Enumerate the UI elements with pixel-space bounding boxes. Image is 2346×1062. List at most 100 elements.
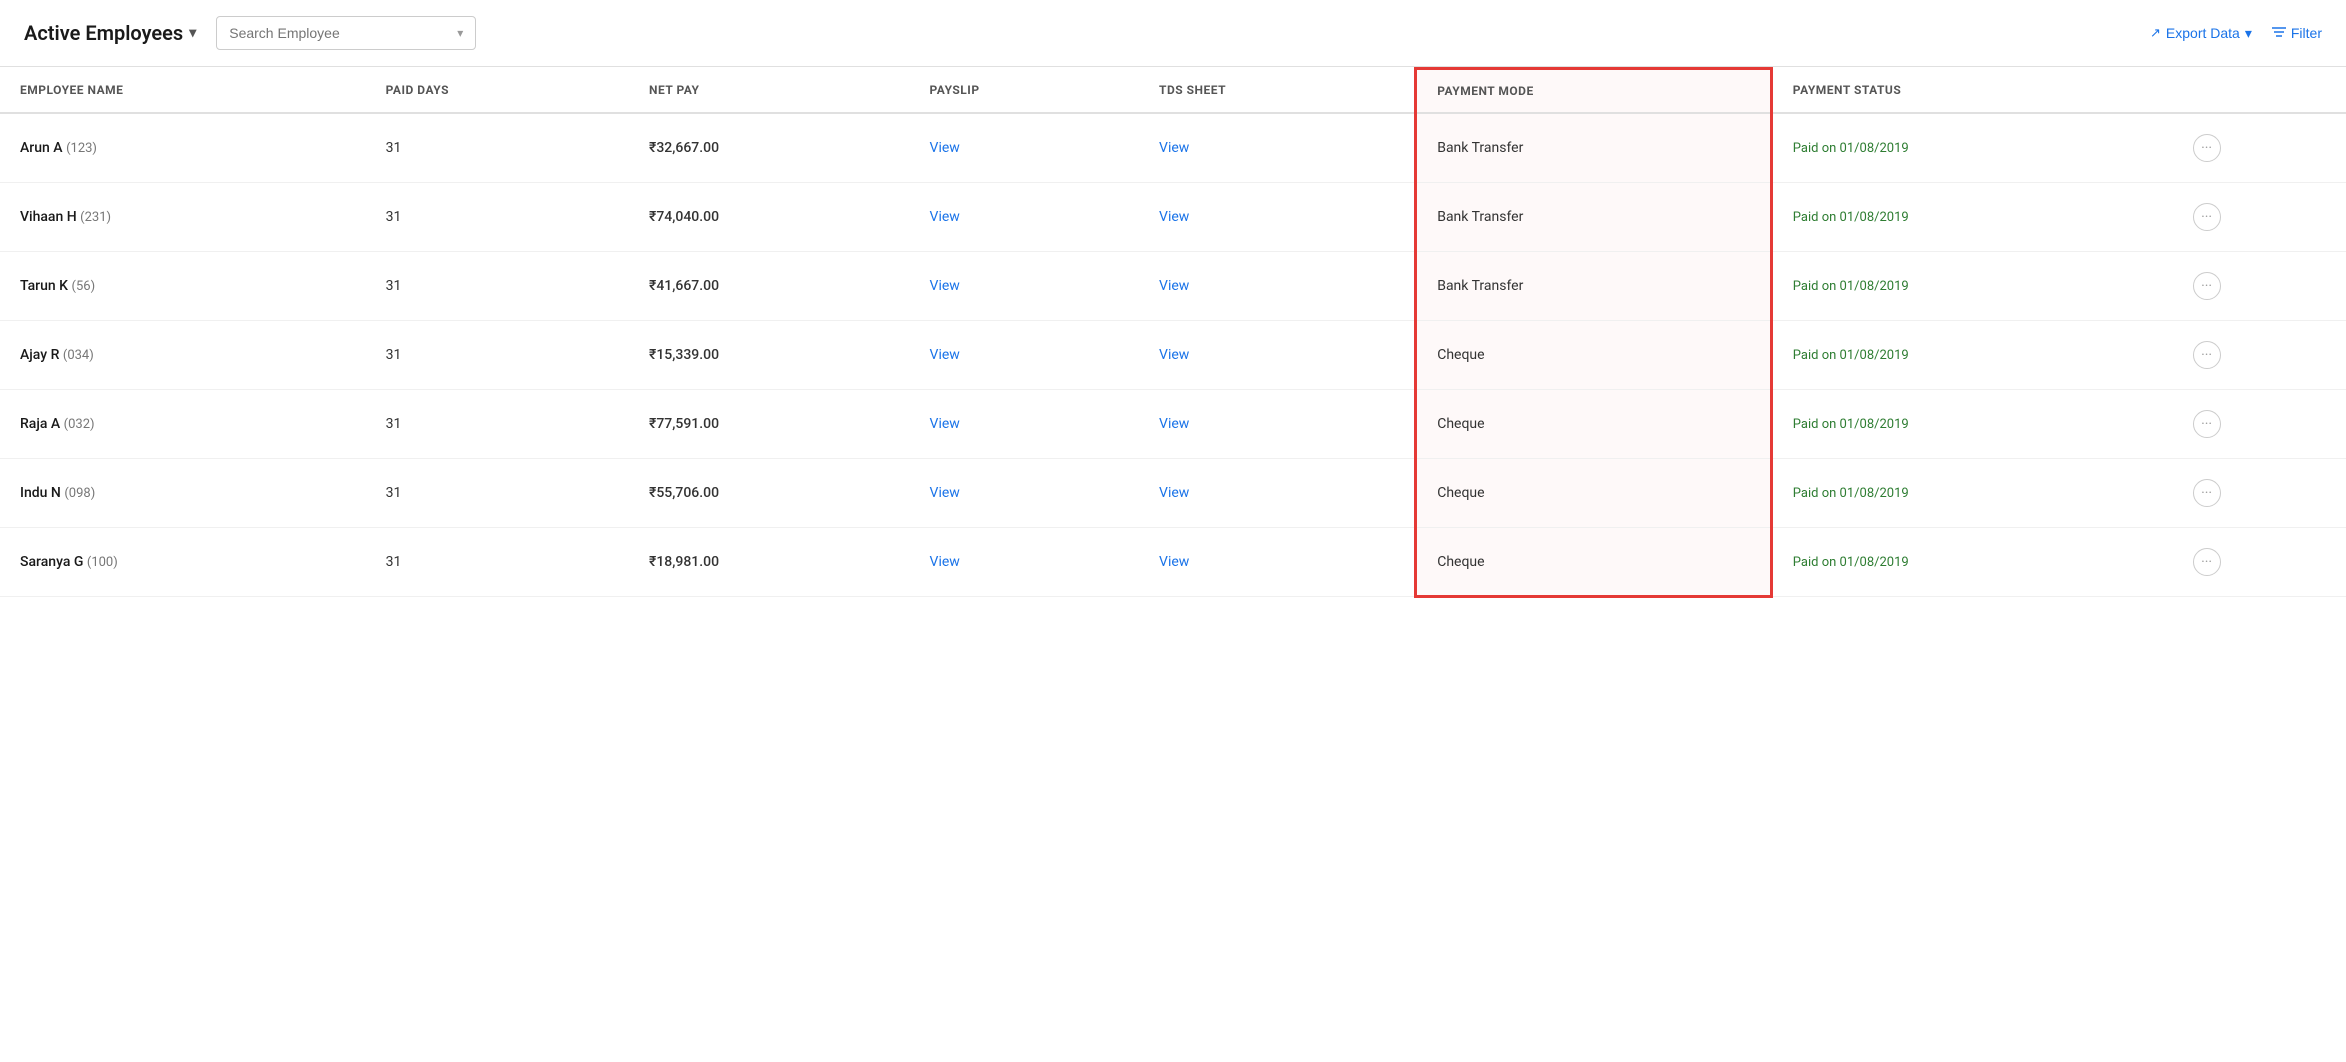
net-pay-cell: ₹41,667.00 [629, 252, 910, 321]
employee-name-cell: Ajay R (034) [0, 321, 366, 390]
employee-name-cell: Indu N (098) [0, 459, 366, 528]
net-pay-cell: ₹18,981.00 [629, 528, 910, 597]
filter-icon [2272, 25, 2286, 41]
payslip-cell[interactable]: View [910, 459, 1140, 528]
net-pay-cell: ₹77,591.00 [629, 390, 910, 459]
employee-name-cell: Saranya G (100) [0, 528, 366, 597]
tds-view-link[interactable]: View [1159, 554, 1189, 570]
payslip-view-link[interactable]: View [930, 347, 960, 363]
paid-days-cell: 31 [366, 390, 629, 459]
table-row: Vihaan H (231) 31 ₹74,040.00 View View B… [0, 183, 2346, 252]
payslip-view-link[interactable]: View [930, 140, 960, 156]
payment-status-cell: Paid on 01/08/2019 [1771, 113, 2172, 183]
employee-name-cell: Raja A (032) [0, 390, 366, 459]
more-options-button[interactable]: ··· [2193, 134, 2221, 162]
more-options-button[interactable]: ··· [2193, 548, 2221, 576]
export-label: Export Data [2166, 25, 2240, 41]
paid-days-cell: 31 [366, 252, 629, 321]
employee-name-cell: Tarun K (56) [0, 252, 366, 321]
tds-sheet-cell[interactable]: View [1139, 113, 1416, 183]
col-header-tds-sheet: TDS SHEET [1139, 69, 1416, 114]
payment-status-cell: Paid on 01/08/2019 [1771, 252, 2172, 321]
tds-sheet-cell[interactable]: View [1139, 528, 1416, 597]
table-row: Indu N (098) 31 ₹55,706.00 View View Che… [0, 459, 2346, 528]
payment-mode-cell: Cheque [1416, 390, 1772, 459]
col-header-paid-days: PAID DAYS [366, 69, 629, 114]
payslip-view-link[interactable]: View [930, 485, 960, 501]
payslip-view-link[interactable]: View [930, 278, 960, 294]
tds-sheet-cell[interactable]: View [1139, 252, 1416, 321]
col-header-payment-mode: PAYMENT MODE [1416, 69, 1772, 114]
row-actions-cell[interactable]: ··· [2173, 113, 2346, 183]
paid-days-cell: 31 [366, 459, 629, 528]
export-data-button[interactable]: ↗ Export Data ▾ [2150, 25, 2252, 42]
more-options-button[interactable]: ··· [2193, 203, 2221, 231]
row-actions-cell[interactable]: ··· [2173, 459, 2346, 528]
row-actions-cell[interactable]: ··· [2173, 252, 2346, 321]
tds-view-link[interactable]: View [1159, 347, 1189, 363]
tds-sheet-cell[interactable]: View [1139, 183, 1416, 252]
net-pay-cell: ₹32,667.00 [629, 113, 910, 183]
payslip-view-link[interactable]: View [930, 554, 960, 570]
payslip-cell[interactable]: View [910, 528, 1140, 597]
page-title: Active Employees [24, 21, 183, 45]
employee-name-cell: Vihaan H (231) [0, 183, 366, 252]
search-employee-input[interactable] [229, 25, 451, 41]
payment-status-cell: Paid on 01/08/2019 [1771, 183, 2172, 252]
tds-view-link[interactable]: View [1159, 416, 1189, 432]
net-pay-cell: ₹74,040.00 [629, 183, 910, 252]
tds-sheet-cell[interactable]: View [1139, 390, 1416, 459]
payslip-cell[interactable]: View [910, 390, 1140, 459]
more-options-button[interactable]: ··· [2193, 272, 2221, 300]
filter-label: Filter [2291, 25, 2322, 41]
paid-days-cell: 31 [366, 113, 629, 183]
table-header-row: EMPLOYEE NAME PAID DAYS NET PAY PAYSLIP … [0, 69, 2346, 114]
filter-button[interactable]: Filter [2272, 25, 2322, 41]
payslip-cell[interactable]: View [910, 252, 1140, 321]
payment-status-cell: Paid on 01/08/2019 [1771, 459, 2172, 528]
more-options-button[interactable]: ··· [2193, 479, 2221, 507]
payment-mode-cell: Bank Transfer [1416, 113, 1772, 183]
more-options-button[interactable]: ··· [2193, 341, 2221, 369]
net-pay-cell: ₹15,339.00 [629, 321, 910, 390]
payment-mode-cell: Bank Transfer [1416, 183, 1772, 252]
col-header-payslip: PAYSLIP [910, 69, 1140, 114]
paid-days-cell: 31 [366, 183, 629, 252]
export-chevron-icon: ▾ [2245, 25, 2252, 42]
payment-status-cell: Paid on 01/08/2019 [1771, 390, 2172, 459]
table-row: Tarun K (56) 31 ₹41,667.00 View View Ban… [0, 252, 2346, 321]
payment-mode-cell: Cheque [1416, 321, 1772, 390]
tds-sheet-cell[interactable]: View [1139, 459, 1416, 528]
title-chevron-icon: ▾ [189, 25, 196, 41]
tds-sheet-cell[interactable]: View [1139, 321, 1416, 390]
payslip-cell[interactable]: View [910, 321, 1140, 390]
net-pay-cell: ₹55,706.00 [629, 459, 910, 528]
table-row: Ajay R (034) 31 ₹15,339.00 View View Che… [0, 321, 2346, 390]
row-actions-cell[interactable]: ··· [2173, 390, 2346, 459]
payslip-cell[interactable]: View [910, 183, 1140, 252]
table-row: Raja A (032) 31 ₹77,591.00 View View Che… [0, 390, 2346, 459]
active-employees-dropdown[interactable]: Active Employees ▾ [24, 21, 196, 45]
top-bar-actions: ↗ Export Data ▾ Filter [2150, 25, 2322, 42]
table-row: Saranya G (100) 31 ₹18,981.00 View View … [0, 528, 2346, 597]
table-row: Arun A (123) 31 ₹32,667.00 View View Ban… [0, 113, 2346, 183]
tds-view-link[interactable]: View [1159, 140, 1189, 156]
row-actions-cell[interactable]: ··· [2173, 321, 2346, 390]
row-actions-cell[interactable]: ··· [2173, 528, 2346, 597]
payslip-view-link[interactable]: View [930, 416, 960, 432]
search-employee-box[interactable]: ▾ [216, 16, 476, 50]
top-bar: Active Employees ▾ ▾ ↗ Export Data ▾ Fil… [0, 0, 2346, 67]
more-options-button[interactable]: ··· [2193, 410, 2221, 438]
paid-days-cell: 31 [366, 528, 629, 597]
payslip-view-link[interactable]: View [930, 209, 960, 225]
col-header-employee-name: EMPLOYEE NAME [0, 69, 366, 114]
employee-name-cell: Arun A (123) [0, 113, 366, 183]
tds-view-link[interactable]: View [1159, 485, 1189, 501]
payment-status-cell: Paid on 01/08/2019 [1771, 528, 2172, 597]
row-actions-cell[interactable]: ··· [2173, 183, 2346, 252]
employees-table-container: EMPLOYEE NAME PAID DAYS NET PAY PAYSLIP … [0, 67, 2346, 598]
col-header-net-pay: NET PAY [629, 69, 910, 114]
tds-view-link[interactable]: View [1159, 278, 1189, 294]
tds-view-link[interactable]: View [1159, 209, 1189, 225]
payslip-cell[interactable]: View [910, 113, 1140, 183]
